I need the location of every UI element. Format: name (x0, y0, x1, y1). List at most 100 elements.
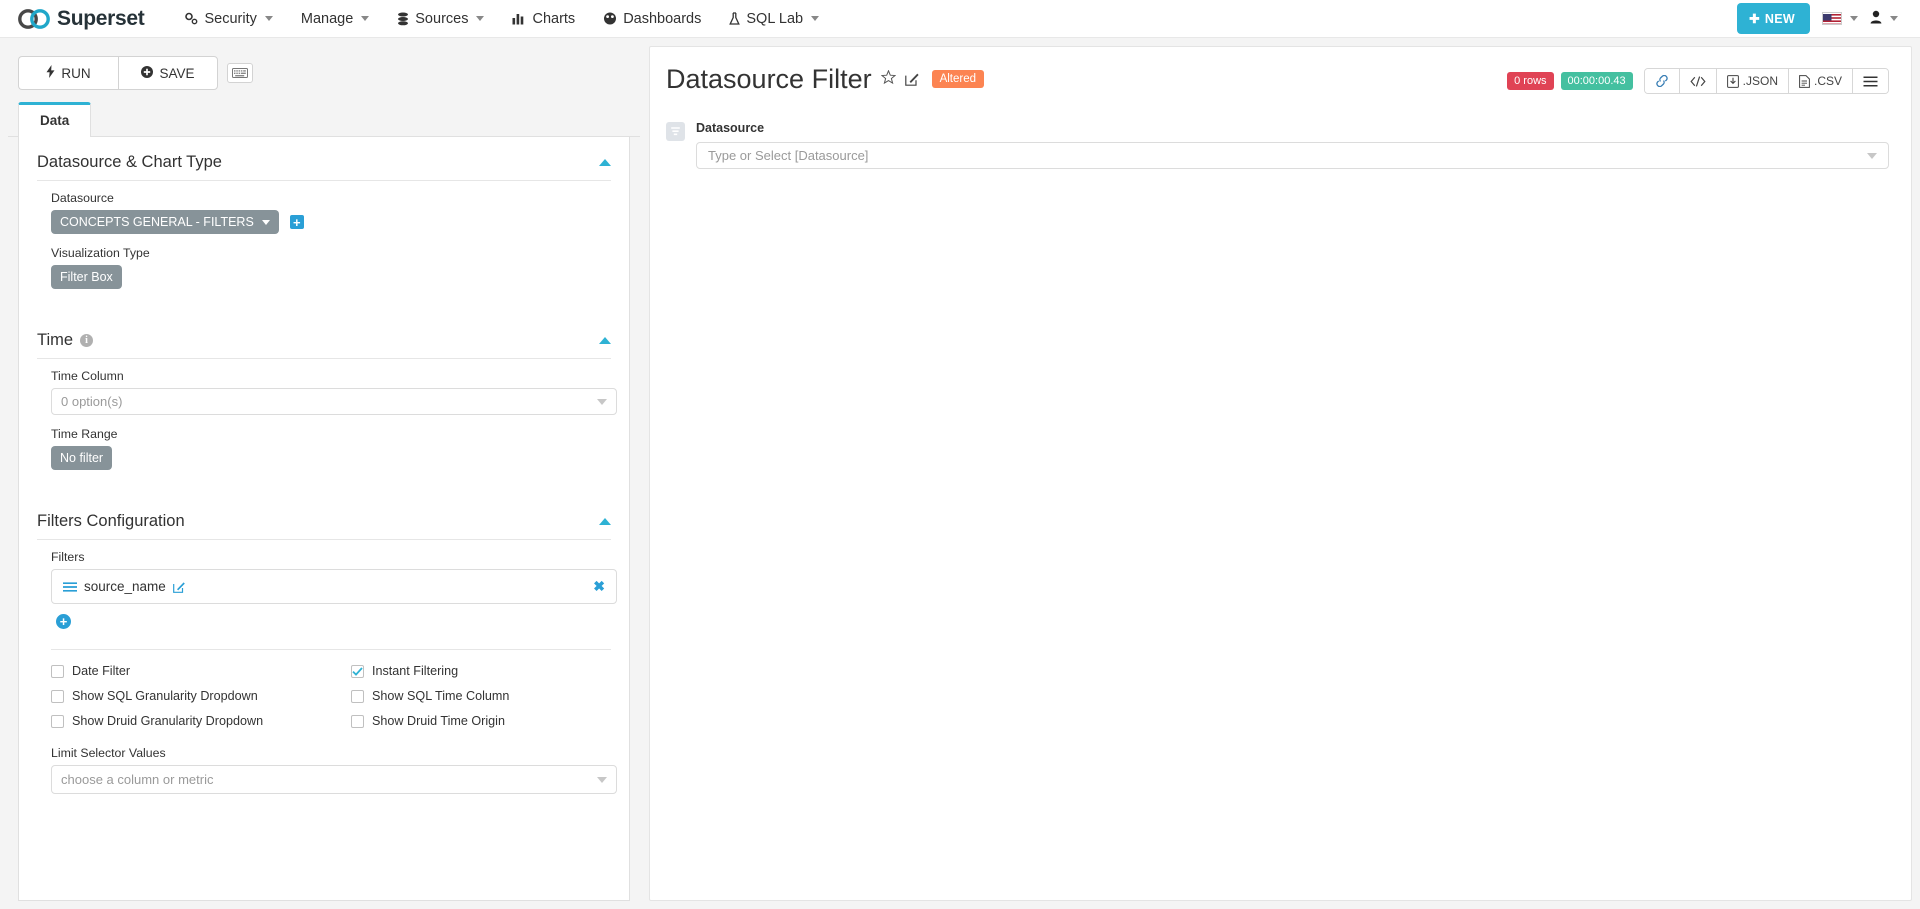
chevron-down-icon (597, 398, 607, 405)
link-icon[interactable] (1644, 69, 1680, 93)
csv-download-button[interactable]: .CSV (1788, 69, 1853, 93)
chart-actions: 0 rows 00:00:00.43 .JSON .CSV (1507, 65, 1889, 94)
nav-label-sources: Sources (415, 10, 469, 27)
nav-item-sources[interactable]: Sources (383, 3, 498, 35)
nav-item-dashboards[interactable]: Dashboards (589, 3, 715, 35)
checkbox-label: Date Filter (72, 664, 131, 678)
controls-inner: Datasource & Chart Type Datasource CONCE… (19, 137, 629, 796)
action-bar: RUN SAVE (8, 46, 640, 102)
viz-type-select[interactable]: Filter Box (51, 265, 122, 289)
chevron-up-icon[interactable] (599, 159, 611, 166)
field-datasource: Datasource CONCEPTS GENERAL - FILTERS + (37, 181, 611, 236)
json-label: .JSON (1742, 74, 1778, 88)
checkbox-label: Show SQL Granularity Dropdown (72, 689, 258, 703)
chevron-up-icon[interactable] (599, 337, 611, 344)
nav-label-dashboards: Dashboards (623, 10, 702, 27)
field-time-column: Time Column 0 option(s) (37, 359, 617, 417)
hamburger-menu-icon[interactable] (1853, 69, 1888, 93)
checkbox-instant-filtering[interactable]: Instant Filtering (351, 664, 611, 678)
user-menu[interactable] (1870, 10, 1898, 27)
checkbox-label: Show SQL Time Column (372, 689, 510, 703)
section-header-time[interactable]: Time i (37, 315, 611, 359)
new-button[interactable]: ✚ NEW (1737, 3, 1810, 34)
field-time-range: Time Range No filter (37, 417, 611, 472)
checkbox-label: Show Druid Granularity Dropdown (72, 714, 264, 728)
run-button[interactable]: RUN (18, 56, 118, 90)
time-range-select[interactable]: No filter (51, 446, 113, 470)
checkbox-box-icon (51, 714, 64, 728)
database-icon (397, 12, 409, 26)
drag-handle-icon[interactable] (63, 579, 77, 595)
nav-item-security[interactable]: Security (170, 3, 286, 35)
lightning-icon (46, 65, 55, 81)
nav-label-sql-lab: SQL Lab (746, 10, 804, 27)
user-icon (1870, 10, 1882, 27)
datasource-select[interactable]: CONCEPTS GENERAL - FILTERS (51, 210, 279, 234)
navbar-right: ✚ NEW (1737, 3, 1898, 34)
control-panel: RUN SAVE Data Datasource & Chart Type Da… (8, 46, 640, 901)
checkbox-show-druid-time-origin[interactable]: Show Druid Time Origin (351, 714, 611, 728)
tab-data-label: Data (40, 113, 70, 128)
chevron-down-icon (1850, 16, 1858, 21)
chevron-down-icon (361, 16, 370, 21)
nav-label-manage: Manage (300, 10, 354, 27)
flask-icon (729, 11, 741, 26)
language-selector[interactable] (1822, 12, 1858, 25)
section-header-datasource-chart-type[interactable]: Datasource & Chart Type (37, 137, 611, 181)
filter-options-grid: Date Filter Instant Filtering Show SQL G… (37, 650, 611, 732)
us-flag-icon (1822, 12, 1842, 25)
checkbox-show-sql-time-column[interactable]: Show SQL Time Column (351, 689, 611, 703)
new-button-label: NEW (1764, 11, 1795, 26)
chevron-up-icon[interactable] (599, 518, 611, 525)
checkbox-label: Show Druid Time Origin (372, 714, 505, 728)
nav-item-charts[interactable]: Charts (498, 3, 589, 35)
checkbox-date-filter[interactable]: Date Filter (51, 664, 351, 678)
nav-item-sql-lab[interactable]: SQL Lab (715, 3, 833, 35)
plus-icon: ✚ (1749, 12, 1760, 26)
checkbox-show-sql-granularity-dropdown[interactable]: Show SQL Granularity Dropdown (51, 689, 351, 703)
star-outline-icon[interactable] (880, 69, 896, 89)
delete-filter-button[interactable]: ✖ (593, 578, 605, 595)
tab-data[interactable]: Data (18, 102, 92, 137)
datasource-filter-select[interactable]: Type or Select [Datasource] (696, 142, 1889, 169)
add-datasource-button[interactable]: + (289, 215, 304, 229)
checkbox-label: Instant Filtering (372, 664, 459, 678)
chart-header: Datasource Filter Altered 0 rows 00:00:0… (650, 47, 1911, 103)
time-range-label: Time Range (51, 427, 118, 441)
run-button-label: RUN (61, 65, 91, 81)
dashboard-icon (603, 12, 617, 25)
control-tabs: Data (8, 102, 640, 137)
time-column-label: Time Column (51, 369, 124, 383)
viz-type-label: Visualization Type (51, 246, 150, 260)
field-filters: Filters source_name ✖ + (37, 540, 617, 633)
info-icon[interactable]: i (80, 334, 94, 347)
keyboard-icon[interactable] (227, 63, 253, 83)
section-title-time: Time (37, 331, 74, 349)
filter-row[interactable]: source_name ✖ (52, 570, 616, 603)
controls-card: Datasource & Chart Type Datasource CONCE… (18, 137, 630, 901)
limit-selector-select[interactable]: choose a column or metric (51, 765, 617, 794)
chart-body: Datasource Type or Select [Datasource] (650, 103, 1911, 900)
save-button[interactable]: SAVE (118, 56, 218, 90)
checkbox-show-druid-granularity-dropdown[interactable]: Show Druid Granularity Dropdown (51, 714, 351, 728)
time-range-value: No filter (60, 451, 104, 465)
time-column-value: 0 option(s) (61, 394, 123, 409)
csv-label: .CSV (1813, 74, 1842, 88)
nav-label-security: Security (204, 10, 257, 27)
code-icon[interactable] (1679, 69, 1717, 93)
chart-title-row: Datasource Filter Altered (666, 65, 985, 93)
chevron-down-icon (1867, 152, 1877, 159)
pencil-edit-icon[interactable] (172, 581, 185, 593)
filter-box-label: Datasource (696, 121, 765, 135)
pencil-edit-icon[interactable] (904, 72, 919, 86)
nav-item-manage[interactable]: Manage (287, 3, 383, 35)
time-column-select[interactable]: 0 option(s) (51, 388, 617, 415)
checkbox-box-icon (51, 689, 64, 703)
add-filter-button[interactable]: + (56, 614, 71, 629)
brand-text: Superset (57, 6, 145, 30)
chevron-down-icon (261, 219, 270, 225)
section-header-filters-configuration[interactable]: Filters Configuration (37, 496, 611, 540)
json-download-button[interactable]: .JSON (1716, 69, 1789, 93)
superset-brand-logo[interactable]: Superset (18, 6, 145, 31)
datasource-label: Datasource (51, 191, 114, 205)
